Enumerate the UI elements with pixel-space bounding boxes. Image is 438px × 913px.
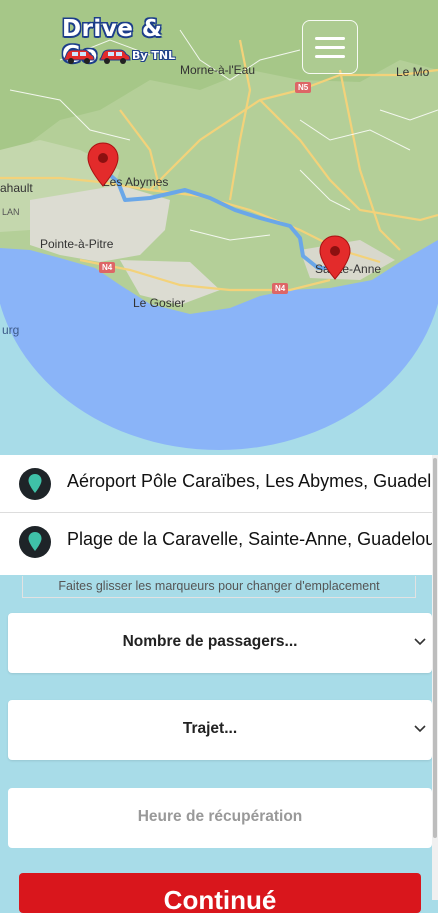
car-icon xyxy=(63,49,95,64)
menu-button[interactable] xyxy=(302,20,358,74)
logo-subtitle: By TNL xyxy=(132,49,176,62)
road-shield-n4-east: N4 xyxy=(272,283,289,294)
chevron-down-icon xyxy=(414,725,426,733)
continue-button[interactable]: Continué xyxy=(19,873,421,913)
map-label-baie-mahault: ahault xyxy=(0,181,33,195)
passengers-select[interactable]: Nombre de passagers... xyxy=(8,613,432,673)
map-label-morne-a-leau: Morne-à-l'Eau xyxy=(180,63,255,77)
continue-button-label: Continué xyxy=(163,885,277,913)
map-label-burg: urg xyxy=(2,323,20,337)
hamburger-icon xyxy=(315,46,345,49)
pickup-location-text: Aéroport Pôle Caraïbes, Les Abymes, Guad… xyxy=(67,471,432,491)
map-label-le-moule: Le Mo xyxy=(396,65,430,79)
pickup-pin-icon xyxy=(19,468,51,500)
pickup-time-placeholder: Heure de récupération xyxy=(137,808,303,825)
chevron-down-icon xyxy=(414,638,426,646)
scrollbar-thumb[interactable] xyxy=(433,458,437,838)
trip-select-label: Trajet... xyxy=(182,720,238,737)
locations-panel: Aéroport Pôle Caraïbes, Les Abymes, Guad… xyxy=(0,455,432,575)
dropoff-location-text: Plage de la Caravelle, Sainte-Anne, Guad… xyxy=(67,529,432,549)
road-shield-n5: N5 xyxy=(295,82,312,93)
hamburger-icon xyxy=(315,55,345,58)
dropoff-location-row[interactable]: Plage de la Caravelle, Sainte-Anne, Guad… xyxy=(0,513,432,570)
trip-select[interactable]: Trajet... xyxy=(8,700,432,760)
map-label-le-gosier: Le Gosier xyxy=(133,296,186,310)
dropoff-pin-icon xyxy=(19,526,51,558)
road-shield-n4-west: N4 xyxy=(99,262,116,273)
car-icon xyxy=(99,49,131,64)
pickup-time-input[interactable]: Heure de récupération xyxy=(8,788,432,848)
map-label-pointe-a-pitre: Pointe-à-Pitre xyxy=(40,237,114,251)
map-label-lan: LAN xyxy=(2,207,20,217)
hamburger-icon xyxy=(315,37,345,40)
dropoff-marker-icon[interactable] xyxy=(318,235,352,281)
drag-markers-hint: Faites glisser les marqueurs pour change… xyxy=(22,576,416,598)
pickup-location-row[interactable]: Aéroport Pôle Caraïbes, Les Abymes, Guad… xyxy=(0,455,432,512)
pickup-marker-icon[interactable] xyxy=(86,142,120,188)
app-logo: Drive & Go By TNL xyxy=(58,16,188,72)
passengers-select-label: Nombre de passagers... xyxy=(122,633,298,650)
